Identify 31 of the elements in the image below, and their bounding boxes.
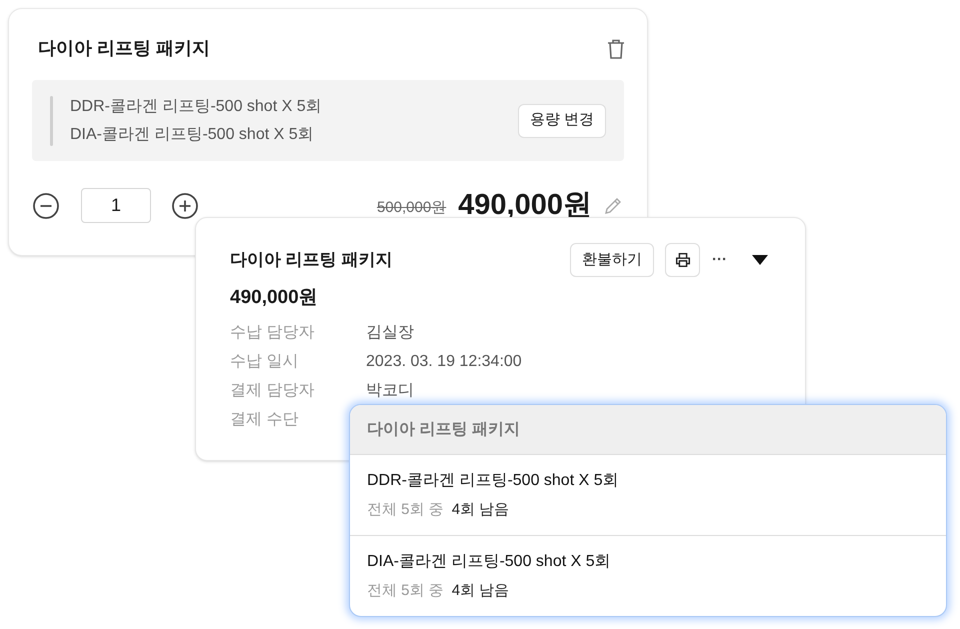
item-name: DIA-콜라겐 리프팅-500 shot X 5회: [367, 552, 612, 572]
package-item: DDR-콜라겐 리프팅-500 shot X 5회: [70, 96, 322, 116]
detail-label: 결제 수단: [230, 410, 300, 430]
quantity-field[interactable]: 1: [81, 188, 151, 223]
dropdown-item[interactable]: DIA-콜라겐 리프팅-500 shot X 5회 전체 5회 중 4회 남음: [350, 535, 946, 616]
remaining-count: 4회 남음: [452, 580, 510, 601]
item-name: DDR-콜라겐 리프팅-500 shot X 5회: [367, 470, 620, 491]
total-count: 전체 5회 중: [367, 580, 444, 601]
detail-label: 결제 담당자: [230, 381, 316, 401]
original-price: 500,000원: [376, 198, 446, 218]
detail-value: 김실장: [366, 323, 414, 343]
price: 490,000원: [458, 191, 592, 220]
detail-label: 수납 담당자: [230, 323, 316, 343]
caret-icon[interactable]: [751, 254, 769, 266]
card-title: 다이아 리프팅 패키지: [230, 249, 392, 272]
amount: 490,000원: [229, 286, 319, 310]
more-button[interactable]: ···: [712, 248, 727, 272]
print-icon[interactable]: [665, 243, 700, 277]
total-count: 전체 5회 중: [367, 500, 444, 520]
dropdown-item[interactable]: DDR-콜라겐 리프팅-500 shot X 5회 전체 5회 중 4회 남음: [350, 455, 946, 535]
detail-value: 2023. 03. 19 12:34:00: [366, 352, 522, 372]
package-item: DIA-콜라겐 리프팅-500 shot X 5회: [70, 124, 315, 144]
detail-label: 수납 일시: [230, 352, 300, 372]
remaining-count: 4회 남음: [452, 500, 510, 520]
card-title: 다이아 리프팅 패키지: [38, 37, 210, 60]
refund-button[interactable]: 환불하기: [570, 243, 654, 277]
change-button[interactable]: 용량 변경: [518, 104, 606, 138]
dropdown-header: 다이아 리프팅 패키지: [350, 405, 946, 455]
detail-value: 박코디: [366, 381, 414, 401]
plus-icon[interactable]: [171, 192, 199, 220]
minus-icon[interactable]: [32, 192, 60, 220]
